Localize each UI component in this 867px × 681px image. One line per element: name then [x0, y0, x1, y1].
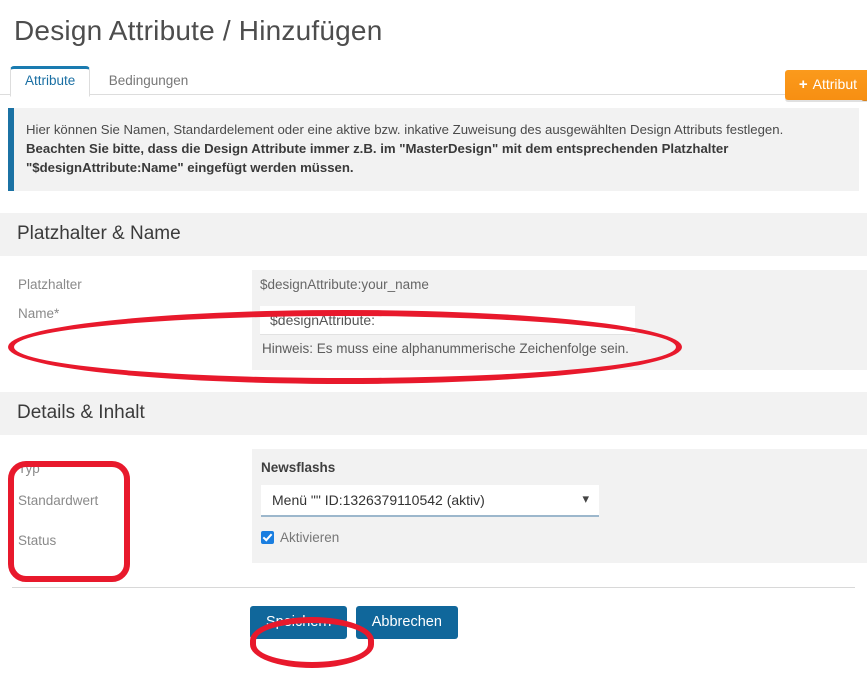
details-panel: Newsflashs Menü "" ID:1326379110542 (akt…: [252, 448, 867, 563]
plus-icon: +: [798, 76, 808, 93]
tab-bar: Attribute Bedingungen: [0, 65, 867, 97]
name-label: Name*: [18, 305, 60, 321]
info-line-3: "$designAttribute:Name" eingefügt werden…: [26, 159, 354, 175]
label-standardwert: Standardwert: [18, 492, 99, 508]
chevron-down-icon: ▾: [582, 490, 589, 506]
details-label-column: Typ Standardwert Status: [0, 449, 252, 548]
add-attribute-button[interactable]: + Attribut: [784, 70, 867, 100]
newsflashs-title: Newsflashs: [261, 459, 336, 475]
name-field-cell: Hinweis: Es muss eine alphanummerische Z…: [252, 298, 867, 370]
placeholder-label: Platzhalter: [18, 276, 82, 292]
save-button[interactable]: Speichern: [250, 605, 348, 639]
name-hint: Hinweis: Es muss eine alphanummerische Z…: [262, 340, 629, 356]
row-name: Name* Hinweis: Es muss eine alphanummeri…: [0, 298, 867, 370]
standardwert-select[interactable]: Menü "" ID:1326379110542 (aktiv) ▾: [261, 484, 599, 517]
info-line-1: Hier können Sie Namen, Standardelement o…: [26, 121, 784, 137]
aktivieren-checkbox-row[interactable]: Aktivieren: [261, 530, 853, 545]
standardwert-select-value: Menü "" ID:1326379110542 (aktiv): [272, 491, 485, 508]
row-placeholder: Platzhalter $designAttribute:your_name: [0, 269, 867, 299]
tab-attribute[interactable]: Attribute: [10, 65, 91, 97]
page-title: Design Attribute / Hinzufügen: [14, 15, 383, 46]
add-attribute-label: Attribut: [812, 76, 857, 92]
footer-actions: Speichern Abbrechen: [0, 588, 867, 639]
name-input[interactable]: [260, 305, 635, 335]
placeholder-value: $designAttribute:your_name: [252, 269, 867, 299]
aktivieren-checkbox[interactable]: [261, 530, 274, 544]
tab-bedingungen[interactable]: Bedingungen: [95, 67, 203, 96]
info-box: Hier können Sie Namen, Standardelement o…: [8, 107, 859, 191]
aktivieren-label: Aktivieren: [280, 529, 340, 545]
info-line-2: Beachten Sie bitte, dass die Design Attr…: [26, 140, 729, 156]
section-heading-details: Details & Inhalt: [0, 391, 867, 435]
label-status: Status: [18, 532, 57, 548]
placeholder-form: Platzhalter $designAttribute:your_name N…: [0, 269, 867, 370]
details-form: Typ Standardwert Status Newsflashs Menü …: [0, 448, 867, 563]
cancel-button[interactable]: Abbrechen: [355, 605, 458, 639]
section-heading-placeholder: Platzhalter & Name: [0, 212, 867, 256]
label-typ: Typ: [18, 460, 40, 476]
